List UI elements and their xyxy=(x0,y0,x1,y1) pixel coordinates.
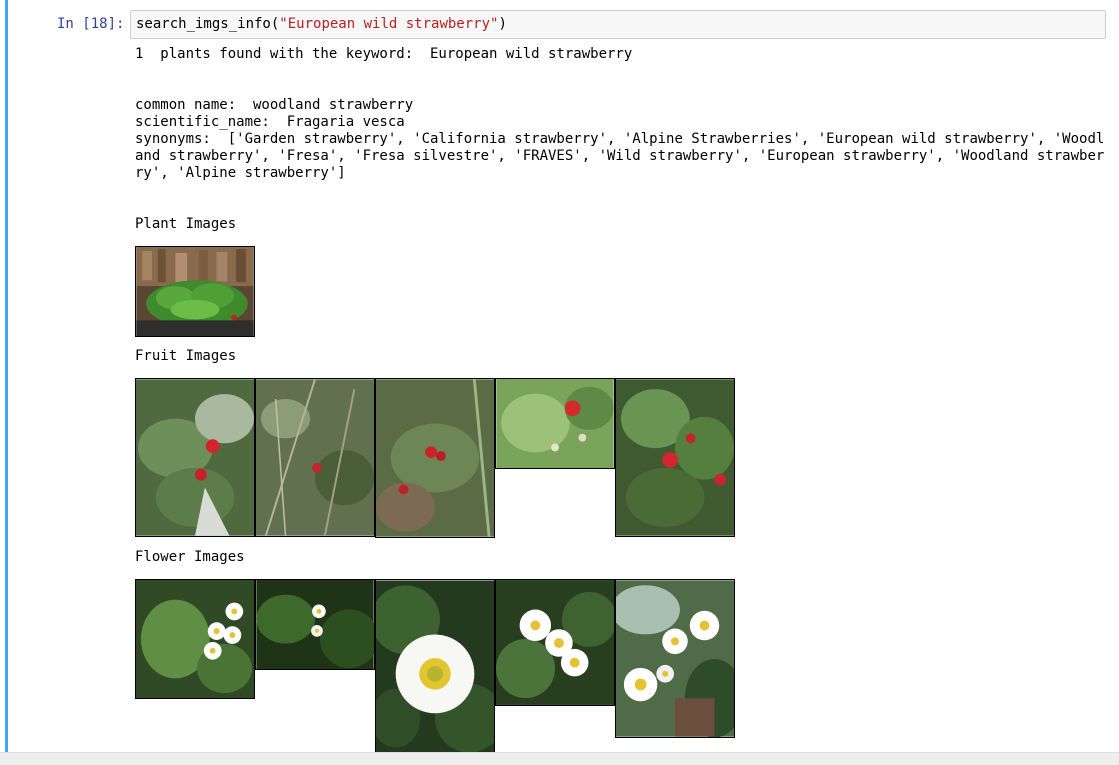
plant-image xyxy=(135,246,255,337)
plant-images-row xyxy=(135,246,255,337)
fruit-image-4 xyxy=(495,378,615,469)
horizontal-scrollbar[interactable] xyxy=(0,752,1119,765)
plant-images-heading: Plant Images xyxy=(135,216,237,232)
flower-images-row xyxy=(135,579,735,754)
flower-image-3 xyxy=(375,579,495,754)
flower-image-1 xyxy=(135,579,255,699)
flower-images-heading: Flower Images xyxy=(135,549,245,565)
scientific-name-line: scientific_name: Fragaria vesca xyxy=(135,114,405,130)
synonyms-line: synonyms: ['Garden strawberry', 'Califor… xyxy=(135,131,1105,181)
fruit-image-1 xyxy=(135,378,255,537)
cell-output: 1 plants found with the keyword: Europea… xyxy=(135,45,1105,182)
flower-image-4 xyxy=(495,579,615,706)
found-line: 1 plants found with the keyword: Europea… xyxy=(135,46,633,62)
common-name-line: common name: woodland strawberry xyxy=(135,97,414,113)
flower-image-2 xyxy=(255,579,375,670)
fruit-image-5 xyxy=(615,378,735,537)
code-line: search_imgs_info("European wild strawber… xyxy=(136,16,507,32)
fruit-image-2 xyxy=(255,378,375,537)
cell-selection-bar xyxy=(5,0,8,752)
code-string-arg: "European wild strawberry" xyxy=(279,16,499,32)
notebook-cell[interactable]: In [18]: search_imgs_info("European wild… xyxy=(0,0,1119,754)
code-function: search_imgs_info( xyxy=(136,16,280,32)
input-prompt: In [18]: xyxy=(57,16,125,32)
code-input[interactable]: search_imgs_info("European wild strawber… xyxy=(130,10,1106,39)
fruit-image-3 xyxy=(375,378,495,538)
fruit-images-heading: Fruit Images xyxy=(135,348,237,364)
flower-image-5 xyxy=(615,579,735,738)
code-close-paren: ) xyxy=(498,16,507,32)
fruit-images-row xyxy=(135,378,735,538)
